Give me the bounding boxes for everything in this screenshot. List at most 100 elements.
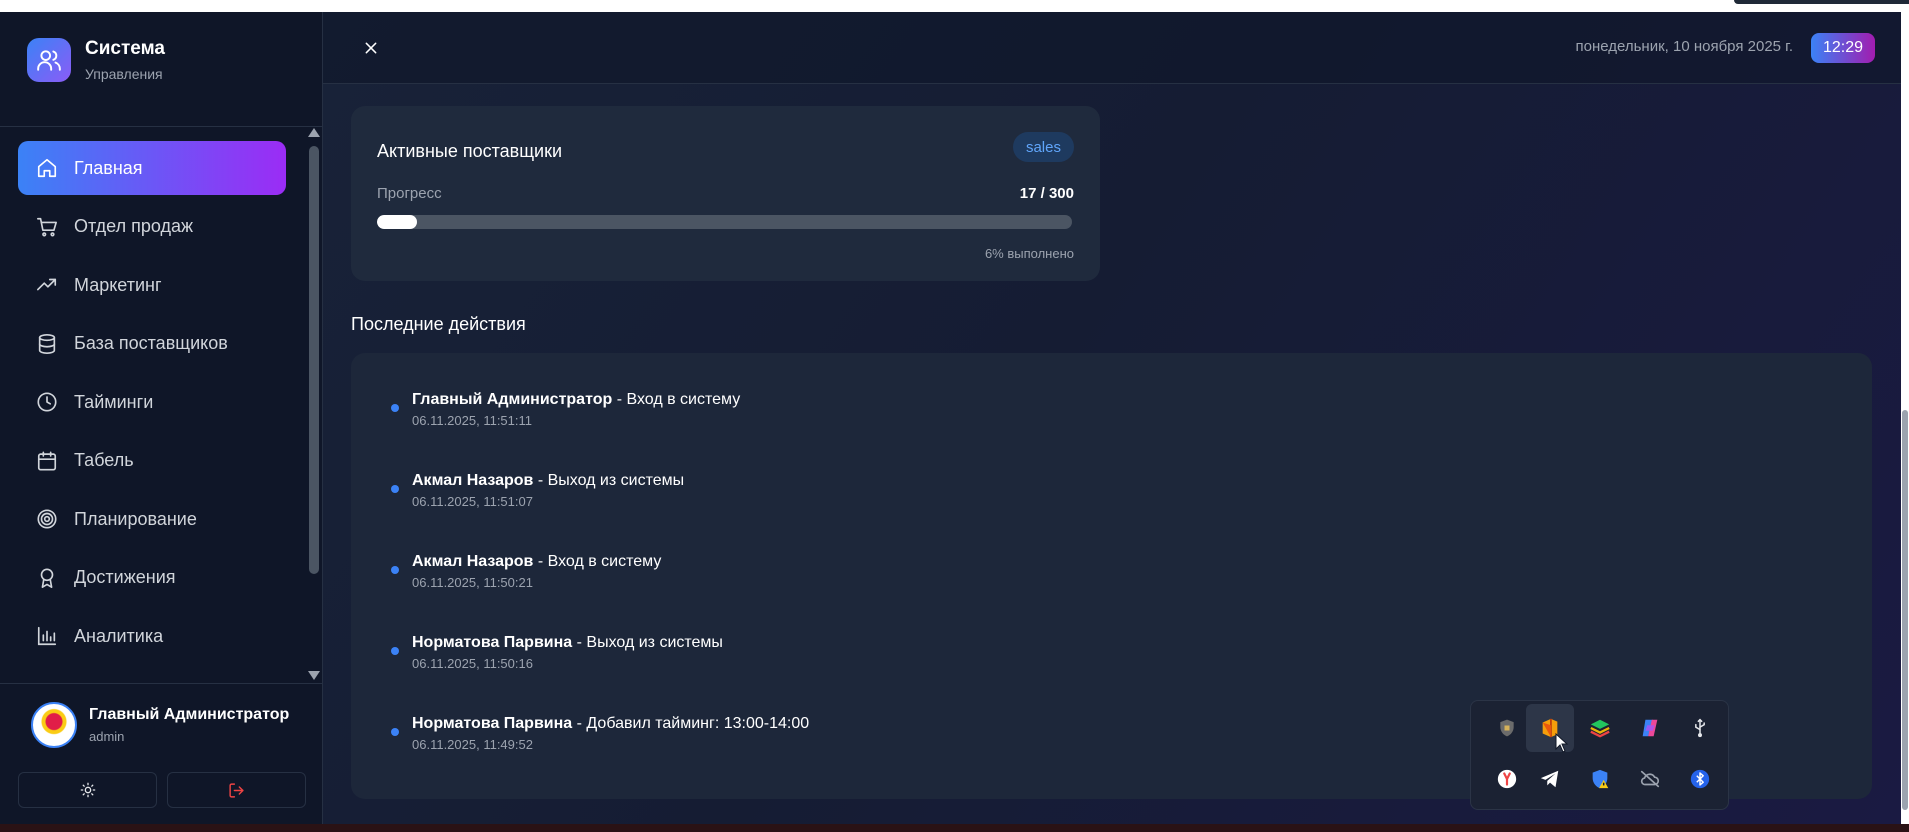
divider xyxy=(0,683,322,684)
sidebar-nav: Главная Отдел продаж Маркетинг База пост… xyxy=(18,141,286,668)
home-icon xyxy=(37,158,57,178)
logout-button[interactable] xyxy=(167,772,306,808)
progress-bar xyxy=(377,215,1072,229)
progress-label: Прогресс xyxy=(377,185,442,202)
sidebar-item-suppliers[interactable]: База поставщиков xyxy=(18,317,286,371)
defender-warning-icon[interactable] xyxy=(1576,755,1624,803)
calendar-icon xyxy=(37,450,57,471)
list-item: Акмал Назаров - Вход в систему 06.11.202… xyxy=(391,553,661,590)
sidebar-item-sales[interactable]: Отдел продаж xyxy=(18,200,286,254)
user-name: Главный Администратор xyxy=(89,706,290,723)
sidebar-item-label: Достижения xyxy=(74,567,176,587)
system-tray-overflow xyxy=(1470,700,1729,810)
sidebar-item-label: Отдел продаж xyxy=(74,216,193,236)
user-profile[interactable]: Главный Администратор admin xyxy=(31,702,289,748)
sidebar: Система Управления Главная Отдел продаж … xyxy=(0,12,323,824)
activity-user: Акмал Назаров xyxy=(412,472,534,489)
emblem-icon xyxy=(39,708,69,742)
users-icon xyxy=(27,38,71,82)
browser-top-strip xyxy=(0,0,1909,12)
sidebar-item-timesheet[interactable]: Табель xyxy=(18,434,286,488)
sidebar-item-label: Планирование xyxy=(74,508,197,529)
bluetooth-icon[interactable] xyxy=(1676,755,1724,803)
cart-icon xyxy=(37,217,57,236)
award-icon xyxy=(40,567,54,588)
database-icon xyxy=(38,333,56,354)
sidebar-item-label: База поставщиков xyxy=(74,333,228,353)
target-icon xyxy=(37,509,57,529)
sidebar-item-planning[interactable]: Планирование xyxy=(18,492,286,546)
progress-percent: 6% выполнено xyxy=(984,246,1074,261)
activity-title: Последние действия xyxy=(351,314,526,334)
bullet-dot-icon xyxy=(391,647,399,655)
activity-action: - Выход из системы xyxy=(572,634,723,651)
scroll-thumb[interactable] xyxy=(309,146,319,574)
bar-chart-icon xyxy=(37,626,57,646)
avatar xyxy=(31,702,77,748)
scroll-thumb[interactable] xyxy=(1902,410,1908,810)
bullet-dot-icon xyxy=(391,404,399,412)
bullet-dot-icon xyxy=(391,566,399,574)
list-item: Акмал Назаров - Выход из системы 06.11.2… xyxy=(391,472,684,509)
main-scrollbar[interactable] xyxy=(1901,12,1909,824)
activity-action: - Выход из системы xyxy=(533,472,685,489)
usb-icon[interactable] xyxy=(1676,704,1724,752)
divider xyxy=(0,126,322,127)
sidebar-item-analytics[interactable]: Аналитика xyxy=(18,609,286,663)
sidebar-item-label: Главная xyxy=(74,157,143,178)
progress-bar-fill xyxy=(377,215,417,229)
card-title: Активные поставщики xyxy=(377,141,563,161)
activity-user: Норматова Парвина xyxy=(412,715,573,732)
clock-badge: 12:29 xyxy=(1810,33,1875,63)
sidebar-item-achievements[interactable]: Достижения xyxy=(18,551,286,605)
sidebar-item-home[interactable]: Главная xyxy=(18,141,286,195)
cloud-off-icon[interactable] xyxy=(1626,755,1674,803)
activity-time: 06.11.2025, 11:51:07 xyxy=(412,494,533,509)
user-role: admin xyxy=(89,729,125,744)
topbar: понедельник, 10 ноября 2025 г. 12:29 xyxy=(323,12,1908,84)
sun-icon xyxy=(80,782,95,798)
list-item: Норматова Парвина - Добавил тайминг: 13:… xyxy=(391,715,809,752)
trending-up-icon xyxy=(37,278,57,291)
current-date: понедельник, 10 ноября 2025 г. xyxy=(1575,38,1794,55)
yandex-icon[interactable] xyxy=(1483,755,1531,803)
brand: Система Управления xyxy=(27,38,165,82)
mouse-cursor-icon xyxy=(1555,733,1569,753)
close-button[interactable] xyxy=(359,36,383,60)
nav-scroll-area: Главная Отдел продаж Маркетинг База пост… xyxy=(0,129,322,679)
brand-title: Система xyxy=(85,38,165,59)
logout-icon xyxy=(229,782,244,798)
activity-action: - Вход в систему xyxy=(533,553,662,570)
list-item: Норматова Парвина - Выход из системы 06.… xyxy=(391,634,723,671)
activity-time: 06.11.2025, 11:49:52 xyxy=(412,737,533,752)
activity-time: 06.11.2025, 11:50:21 xyxy=(412,575,533,590)
bottom-strip xyxy=(0,824,1909,832)
sidebar-item-label: Маркетинг xyxy=(74,274,162,295)
activity-time: 06.11.2025, 11:51:11 xyxy=(412,413,532,428)
scroll-up-arrow-icon[interactable] xyxy=(308,128,320,137)
progress-card: Активные поставщики sales Прогресс 17 / … xyxy=(351,106,1100,281)
activity-user: Акмал Назаров xyxy=(412,553,534,570)
sidebar-item-timings[interactable]: Тайминги xyxy=(18,375,286,429)
brand-subtitle: Управления xyxy=(85,66,163,82)
activity-time: 06.11.2025, 11:50:16 xyxy=(412,656,533,671)
close-icon xyxy=(365,42,377,54)
sidebar-item-label: Аналитика xyxy=(74,625,164,646)
sidebar-item-label: Табель xyxy=(74,450,134,470)
status-badge: sales xyxy=(1012,132,1074,162)
activity-action: - Вход в систему xyxy=(612,391,741,408)
activity-user: Главный Администратор xyxy=(412,391,613,408)
sidebar-item-marketing[interactable]: Маркетинг xyxy=(18,258,286,312)
bullet-dot-icon xyxy=(391,485,399,493)
copilot-icon[interactable] xyxy=(1626,704,1674,752)
shield-knight-icon[interactable] xyxy=(1483,704,1531,752)
list-item: Главный Администратор - Вход в систему 0… xyxy=(391,391,740,428)
scroll-down-arrow-icon[interactable] xyxy=(308,671,320,680)
theme-toggle-button[interactable] xyxy=(18,772,157,808)
clock-icon xyxy=(37,392,57,412)
sidebar-scrollbar[interactable] xyxy=(306,126,322,683)
activity-user: Норматова Парвина xyxy=(412,634,573,651)
bullet-dot-icon xyxy=(391,728,399,736)
telegram-icon[interactable] xyxy=(1526,755,1574,803)
layers-icon[interactable] xyxy=(1576,704,1624,752)
